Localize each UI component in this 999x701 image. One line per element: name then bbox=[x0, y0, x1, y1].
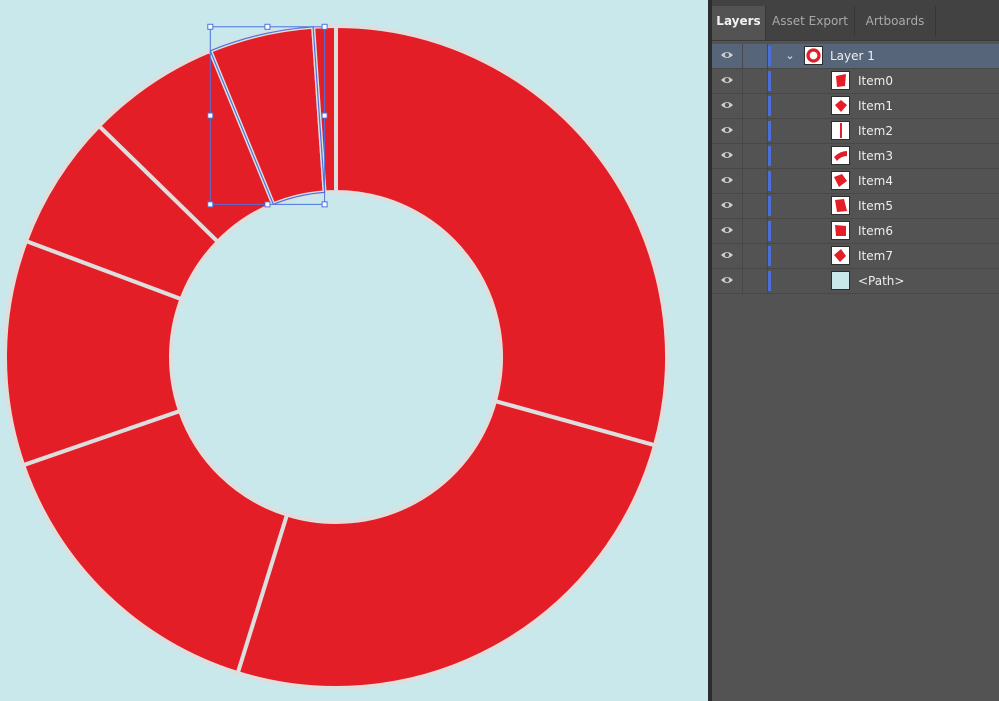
layer-item-row[interactable]: <Path> bbox=[712, 269, 999, 294]
item-thumbnail bbox=[831, 271, 850, 290]
eye-icon[interactable] bbox=[720, 249, 734, 263]
resize-handle[interactable] bbox=[207, 201, 214, 208]
lock-toggle[interactable] bbox=[743, 169, 768, 193]
artboard-canvas[interactable] bbox=[0, 0, 708, 701]
layer-thumbnail bbox=[804, 46, 823, 65]
layer-row-layer-1[interactable]: ⌄ Layer 1 bbox=[712, 44, 999, 69]
layer-color-bar bbox=[768, 96, 771, 116]
layer-item-row[interactable]: Item1 bbox=[712, 94, 999, 119]
lock-toggle[interactable] bbox=[743, 94, 768, 118]
layer-color-bar bbox=[768, 46, 771, 66]
layer-color-bar bbox=[768, 121, 771, 141]
layer-color-bar bbox=[768, 196, 771, 216]
panel-tab-bar: Layers Asset Export Artboards bbox=[712, 0, 999, 41]
eye-icon[interactable] bbox=[720, 199, 734, 213]
visibility-toggle[interactable] bbox=[712, 169, 743, 193]
eye-icon[interactable] bbox=[720, 124, 734, 138]
layer-color-bar bbox=[768, 71, 771, 91]
item-thumbnail bbox=[831, 221, 850, 240]
eye-icon[interactable] bbox=[720, 149, 734, 163]
layer-item-row[interactable]: Item6 bbox=[712, 219, 999, 244]
eye-icon[interactable] bbox=[720, 74, 734, 88]
layer-item-row[interactable]: Item5 bbox=[712, 194, 999, 219]
item-thumbnail bbox=[831, 96, 850, 115]
eye-icon[interactable] bbox=[720, 174, 734, 188]
layer-color-bar bbox=[768, 221, 771, 241]
lock-toggle[interactable] bbox=[743, 44, 768, 68]
layer-color-bar bbox=[768, 271, 771, 291]
eye-icon[interactable] bbox=[720, 49, 734, 63]
donut-chart bbox=[3, 23, 670, 690]
layer-item-row[interactable]: Item2 bbox=[712, 119, 999, 144]
item-thumbnail bbox=[831, 71, 850, 90]
resize-handle[interactable] bbox=[207, 23, 214, 30]
tab-artboards[interactable]: Artboards bbox=[855, 6, 936, 36]
lock-toggle[interactable] bbox=[743, 144, 768, 168]
visibility-toggle[interactable] bbox=[712, 244, 743, 268]
lock-toggle[interactable] bbox=[743, 194, 768, 218]
resize-handle[interactable] bbox=[321, 201, 328, 208]
visibility-toggle[interactable] bbox=[712, 94, 743, 118]
item-name[interactable]: Item0 bbox=[858, 69, 893, 93]
item-name[interactable]: Item6 bbox=[858, 219, 893, 243]
layer-item-row[interactable]: Item7 bbox=[712, 244, 999, 269]
layer-name[interactable]: Layer 1 bbox=[830, 44, 875, 68]
item-name[interactable]: Item4 bbox=[858, 169, 893, 193]
visibility-toggle[interactable] bbox=[712, 144, 743, 168]
visibility-toggle[interactable] bbox=[712, 269, 743, 293]
layer-color-bar bbox=[768, 146, 771, 166]
lock-toggle[interactable] bbox=[743, 244, 768, 268]
layers-panel: Layers Asset Export Artboards ⌄ Layer 1 … bbox=[712, 0, 999, 701]
item-thumbnail bbox=[831, 146, 850, 165]
item-name[interactable]: Item7 bbox=[858, 244, 893, 268]
layer-color-bar bbox=[768, 171, 771, 191]
item-name[interactable]: Item3 bbox=[858, 144, 893, 168]
eye-icon[interactable] bbox=[720, 224, 734, 238]
visibility-toggle[interactable] bbox=[712, 194, 743, 218]
layer-item-row[interactable]: Item3 bbox=[712, 144, 999, 169]
item-name[interactable]: Item2 bbox=[858, 119, 893, 143]
lock-toggle[interactable] bbox=[743, 119, 768, 143]
visibility-toggle[interactable] bbox=[712, 44, 743, 68]
visibility-toggle[interactable] bbox=[712, 119, 743, 143]
resize-handle[interactable] bbox=[207, 112, 214, 119]
resize-handle[interactable] bbox=[321, 112, 328, 119]
layer-item-row[interactable]: Item0 bbox=[712, 69, 999, 94]
item-thumbnail bbox=[831, 121, 850, 140]
tab-asset-export[interactable]: Asset Export bbox=[766, 6, 855, 36]
donut-segment[interactable] bbox=[235, 398, 658, 690]
lock-toggle[interactable] bbox=[743, 269, 768, 293]
layer-item-row[interactable]: Item4 bbox=[712, 169, 999, 194]
item-thumbnail bbox=[831, 171, 850, 190]
layer-color-bar bbox=[768, 246, 771, 266]
layers-list: ⌄ Layer 1 Item0 Item1 Item2 Item3 Item4 Item5… bbox=[712, 44, 999, 294]
lock-toggle[interactable] bbox=[743, 69, 768, 93]
resize-handle[interactable] bbox=[321, 23, 328, 30]
donut-segment[interactable] bbox=[334, 23, 670, 448]
chevron-down-icon[interactable]: ⌄ bbox=[782, 46, 798, 66]
visibility-toggle[interactable] bbox=[712, 219, 743, 243]
eye-icon[interactable] bbox=[720, 99, 734, 113]
tab-layers[interactable]: Layers bbox=[712, 6, 766, 40]
visibility-toggle[interactable] bbox=[712, 69, 743, 93]
eye-icon[interactable] bbox=[720, 274, 734, 288]
resize-handle[interactable] bbox=[264, 23, 271, 30]
item-name[interactable]: Item1 bbox=[858, 94, 893, 118]
lock-toggle[interactable] bbox=[743, 219, 768, 243]
resize-handle[interactable] bbox=[264, 201, 271, 208]
item-name[interactable]: <Path> bbox=[858, 269, 904, 293]
item-thumbnail bbox=[831, 196, 850, 215]
item-thumbnail bbox=[831, 246, 850, 265]
item-name[interactable]: Item5 bbox=[858, 194, 893, 218]
